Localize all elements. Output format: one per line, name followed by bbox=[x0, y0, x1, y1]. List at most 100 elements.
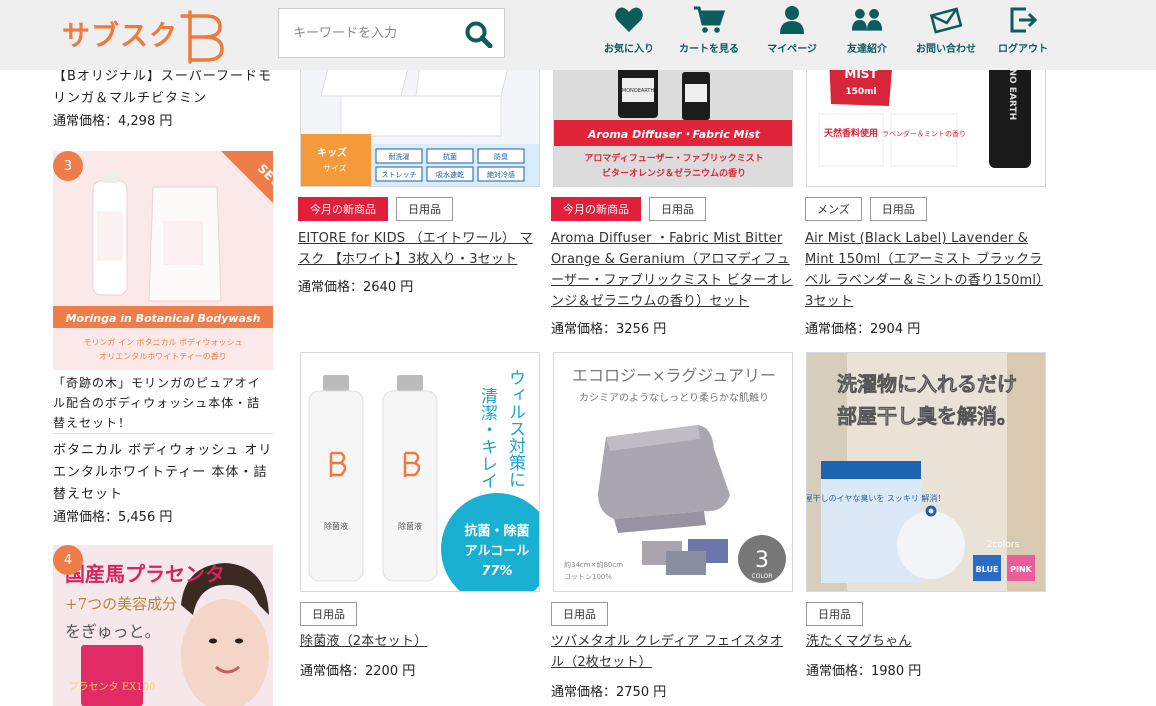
towel-visual: エコロジー×ラグジュアリー カシミアのようなしっとり柔らかな肌触り 3 COLO… bbox=[554, 353, 792, 591]
product-image-mask[interactable]: キッズ サイズ 耐洗濯 抗菌 防臭 ストレッチ 吸水速乾 絶対冷感 bbox=[300, 55, 540, 187]
nav-label: カートを見る bbox=[679, 44, 739, 55]
image-pack: プラセンタ EX100 bbox=[69, 681, 156, 693]
search-box bbox=[278, 8, 505, 58]
sidebar-item-name: ボタニカル ボディウォッシュ オリエンタルホワイトティー 本体・詰替えセット bbox=[53, 443, 273, 502]
svg-text:ストレッチ: ストレッチ bbox=[382, 171, 417, 179]
product-name[interactable]: Aroma Diffuser ・Fabric Mist Bitter Orang… bbox=[551, 228, 793, 312]
product-tags: 日用品 bbox=[551, 602, 608, 626]
product-name[interactable]: ツバメタオル クレディア フェイスタオル（2枚セット） bbox=[551, 631, 793, 673]
product-image: 4 国産馬プラセンタ +7つの美容成分 をぎゅっと。 プラセンタ EX100 bbox=[53, 545, 273, 706]
sidebar-item-1[interactable]: 【Bオリジナル】スーパーフードモリンガ＆マルチビタミン 通常価格：4,298 円 bbox=[53, 66, 273, 129]
product-image: 3 SET Moringa in Botanical Bodywash モリンガ… bbox=[53, 151, 273, 370]
cart-icon bbox=[694, 6, 725, 33]
nav-label: お気に入り bbox=[604, 44, 654, 55]
corner-set-ribbon: SET Moringa in Botanical Bodywash モリンガ イ… bbox=[53, 151, 273, 361]
nav-referral[interactable]: 友達紹介 bbox=[836, 4, 898, 62]
product-name[interactable]: EITORE for KIDS （エイトワール） マスク 【ホワイト】3枚入り・… bbox=[298, 228, 540, 270]
product-price: 通常価格：2200 円 bbox=[300, 664, 416, 679]
image-blue: BLUE bbox=[976, 565, 999, 574]
svg-text:耐洗濯: 耐洗濯 bbox=[389, 152, 410, 161]
image-t1: 洗濯物に入れるだけ bbox=[837, 372, 1017, 396]
tag-category[interactable]: 日用品 bbox=[396, 197, 453, 221]
product-image-towel[interactable]: エコロジー×ラグジュアリー カシミアのようなしっとり柔らかな肌触り 3 COLO… bbox=[553, 352, 793, 592]
image-label2: サイズ bbox=[323, 163, 347, 173]
airmist-visual: MIST 150ml 天然香料使用 ラベンダー＆ミントの香り MONO EART… bbox=[807, 56, 1045, 186]
product-price: 通常価格：2904 円 bbox=[805, 322, 921, 337]
rank-badge: 3 bbox=[53, 151, 83, 181]
sidebar-item-price: 通常価格：4,298 円 bbox=[53, 114, 173, 129]
product-name[interactable]: 除菌液（2本セット） bbox=[300, 631, 542, 652]
product-tags: メンズ 日用品 bbox=[805, 197, 927, 221]
nav-favorites[interactable]: お気に入り bbox=[588, 4, 670, 62]
tag-new[interactable]: 今月の新商品 bbox=[551, 197, 641, 221]
nav-label: 友達紹介 bbox=[847, 44, 887, 55]
rank-badge: 4 bbox=[53, 545, 83, 575]
image-line2: +7つの美容成分 bbox=[65, 595, 177, 613]
image-band: Aroma Diffuser・Fabric Mist bbox=[587, 128, 761, 141]
nav-mypage[interactable]: マイページ bbox=[748, 4, 836, 62]
heart-icon bbox=[615, 7, 643, 33]
mail-icon bbox=[930, 7, 962, 34]
tag-category[interactable]: 日用品 bbox=[649, 197, 706, 221]
site-logo[interactable]: サブスク bbox=[62, 6, 226, 64]
image-line3: をぎゅっと。 bbox=[65, 622, 161, 641]
image-title: Moringa in Botanical Bodywash bbox=[66, 312, 261, 325]
sidebar-item-name: 【Bオリジナル】スーパーフードモリンガ＆マルチビタミン bbox=[53, 69, 273, 106]
tag-new[interactable]: 今月の新商品 bbox=[298, 197, 388, 221]
users-icon bbox=[851, 8, 883, 31]
svg-text:絶対冷感: 絶対冷感 bbox=[487, 170, 515, 179]
tag-category[interactable]: 日用品 bbox=[300, 602, 357, 626]
aroma-visual: MONOEARTH Aroma Diffuser・Fabric Mist アロマ… bbox=[554, 56, 792, 186]
product-image-airmist[interactable]: MIST 150ml 天然香料使用 ラベンダー＆ミントの香り MONO EART… bbox=[806, 55, 1046, 187]
nav-contact[interactable]: お問い合わせ bbox=[898, 4, 994, 62]
header-nav: お気に入り カートを見る マイページ 友達紹介 お問い合わせ ログアウト bbox=[588, 4, 1052, 62]
product-price: 通常価格：2750 円 bbox=[551, 685, 667, 700]
product-price: 通常価格：2640 円 bbox=[298, 280, 414, 295]
image-c2: ラベンダー＆ミントの香り bbox=[882, 129, 966, 138]
svg-text:防臭: 防臭 bbox=[494, 152, 508, 161]
sidebar-item-rank-3-detail[interactable]: ボタニカル ボディウォッシュ オリエンタルホワイトティー 本体・詰替えセット 通… bbox=[53, 440, 273, 525]
image-pink: PINK bbox=[1010, 565, 1033, 574]
user-icon bbox=[780, 6, 804, 34]
svg-text:除菌液: 除菌液 bbox=[398, 521, 422, 531]
image-t2: 部屋干し臭を解消。 bbox=[837, 404, 1017, 428]
svg-text:抗菌: 抗菌 bbox=[443, 152, 457, 161]
image-line1: アロマディフューザー・ファブリックミスト bbox=[584, 152, 763, 164]
product-image-sanitizer[interactable]: 除菌液 除菌液 ウィルス対策に 清潔・キレイ 抗菌・除菌 アルコール 77% bbox=[300, 352, 540, 592]
product-image-magchan[interactable]: 洗濯物に入れるだけ 部屋干し臭を解消。 部屋干しのイヤな臭いを スッキリ 解消！… bbox=[806, 352, 1046, 592]
tag-category[interactable]: 日用品 bbox=[551, 602, 608, 626]
svg-text:吸水速乾: 吸水速乾 bbox=[436, 170, 464, 179]
image-color: COLOR bbox=[752, 573, 773, 580]
nav-logout[interactable]: ログアウト bbox=[994, 4, 1052, 62]
sidebar-item-rank-4[interactable]: 4 国産馬プラセンタ +7つの美容成分 をぎゅっと。 プラセンタ EX100 bbox=[53, 545, 273, 706]
nav-label: ログアウト bbox=[998, 44, 1048, 55]
image-sub1: モリンガ イン ボタニカル ボディウォッシュ bbox=[83, 337, 242, 347]
search-input[interactable] bbox=[279, 9, 459, 57]
image-colors: 2colors bbox=[987, 540, 1020, 550]
image-line2: ビターオレンジ＆ゼラニウムの香り bbox=[602, 167, 746, 179]
product-tags: 日用品 bbox=[806, 602, 863, 626]
nav-label: マイページ bbox=[767, 44, 817, 55]
product-price: 通常価格：1980 円 bbox=[806, 664, 922, 679]
image-material: コットン100% bbox=[564, 573, 612, 581]
image-line1: 国産馬プラセンタ bbox=[65, 562, 225, 586]
sidebar-item-caption: 「奇跡の木」モリンガのピュアオイル配合のボディウォッシュ本体・詰替えセット！ bbox=[53, 376, 261, 430]
product-price: 通常価格：3256 円 bbox=[551, 322, 667, 337]
image-circle1: 抗菌・除菌 bbox=[464, 523, 529, 539]
product-image-aroma[interactable]: MONOEARTH Aroma Diffuser・Fabric Mist アロマ… bbox=[553, 55, 793, 187]
logo-b-mark bbox=[180, 10, 224, 64]
product-name[interactable]: 洗たくマグちゃん bbox=[806, 631, 1048, 652]
nav-cart[interactable]: カートを見る bbox=[670, 4, 748, 62]
sidebar-divider bbox=[53, 433, 273, 434]
tag-category[interactable]: 日用品 bbox=[869, 197, 927, 221]
mask-visual: キッズ サイズ 耐洗濯 抗菌 防臭 ストレッチ 吸水速乾 絶対冷感 bbox=[301, 56, 539, 186]
image-vert2: 清潔・キレイ bbox=[477, 387, 498, 489]
tag-category[interactable]: 日用品 bbox=[806, 602, 863, 626]
logout-icon bbox=[1010, 7, 1038, 33]
tag-category[interactable]: メンズ bbox=[805, 197, 862, 221]
search-icon bbox=[465, 21, 493, 49]
product-tags: 日用品 bbox=[300, 602, 357, 626]
sidebar-item-rank-3[interactable]: 3 SET Moringa in Botanical Bodywash モリンガ… bbox=[53, 151, 273, 433]
product-name[interactable]: Air Mist (Black Label) Lavender & Mint 1… bbox=[805, 228, 1047, 312]
search-button[interactable] bbox=[464, 20, 494, 49]
